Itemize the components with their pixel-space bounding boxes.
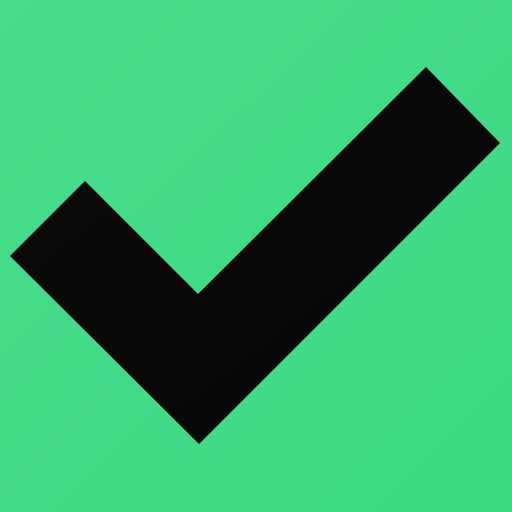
checkmark-shape — [10, 67, 500, 444]
app-icon-canvas — [0, 0, 512, 512]
checkmark-icon — [10, 67, 500, 444]
